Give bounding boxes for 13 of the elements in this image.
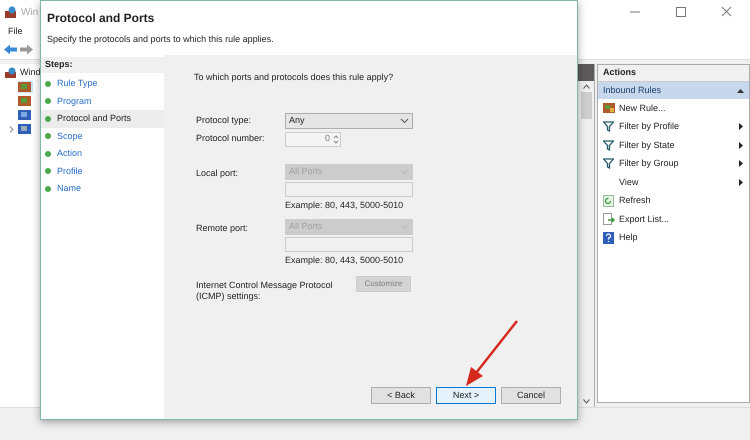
window-title: Win	[21, 6, 38, 20]
field-label: Remote port:	[195, 222, 250, 235]
example-text: Example: 80, 443, 5000-5010	[285, 198, 404, 212]
field-label: Local port:	[195, 166, 240, 180]
question-text: To which ports and protocols does this rule apply?	[194, 71, 394, 84]
field-label: Internet Control Message Protocol (ICMP) settings:	[195, 278, 334, 302]
example-text: Example: 80, 443, 5000-5010	[285, 254, 404, 267]
steps-header: Steps:	[41, 57, 164, 73]
field-label: Protocol type:	[195, 114, 252, 128]
pane-header: Actions	[598, 65, 749, 82]
dialog-title: Protocol and Ports	[47, 10, 156, 27]
dialog-subtitle: Specify the protocols and ports to which this rule applies.	[47, 33, 275, 46]
field-label: Protocol number:	[195, 132, 266, 146]
